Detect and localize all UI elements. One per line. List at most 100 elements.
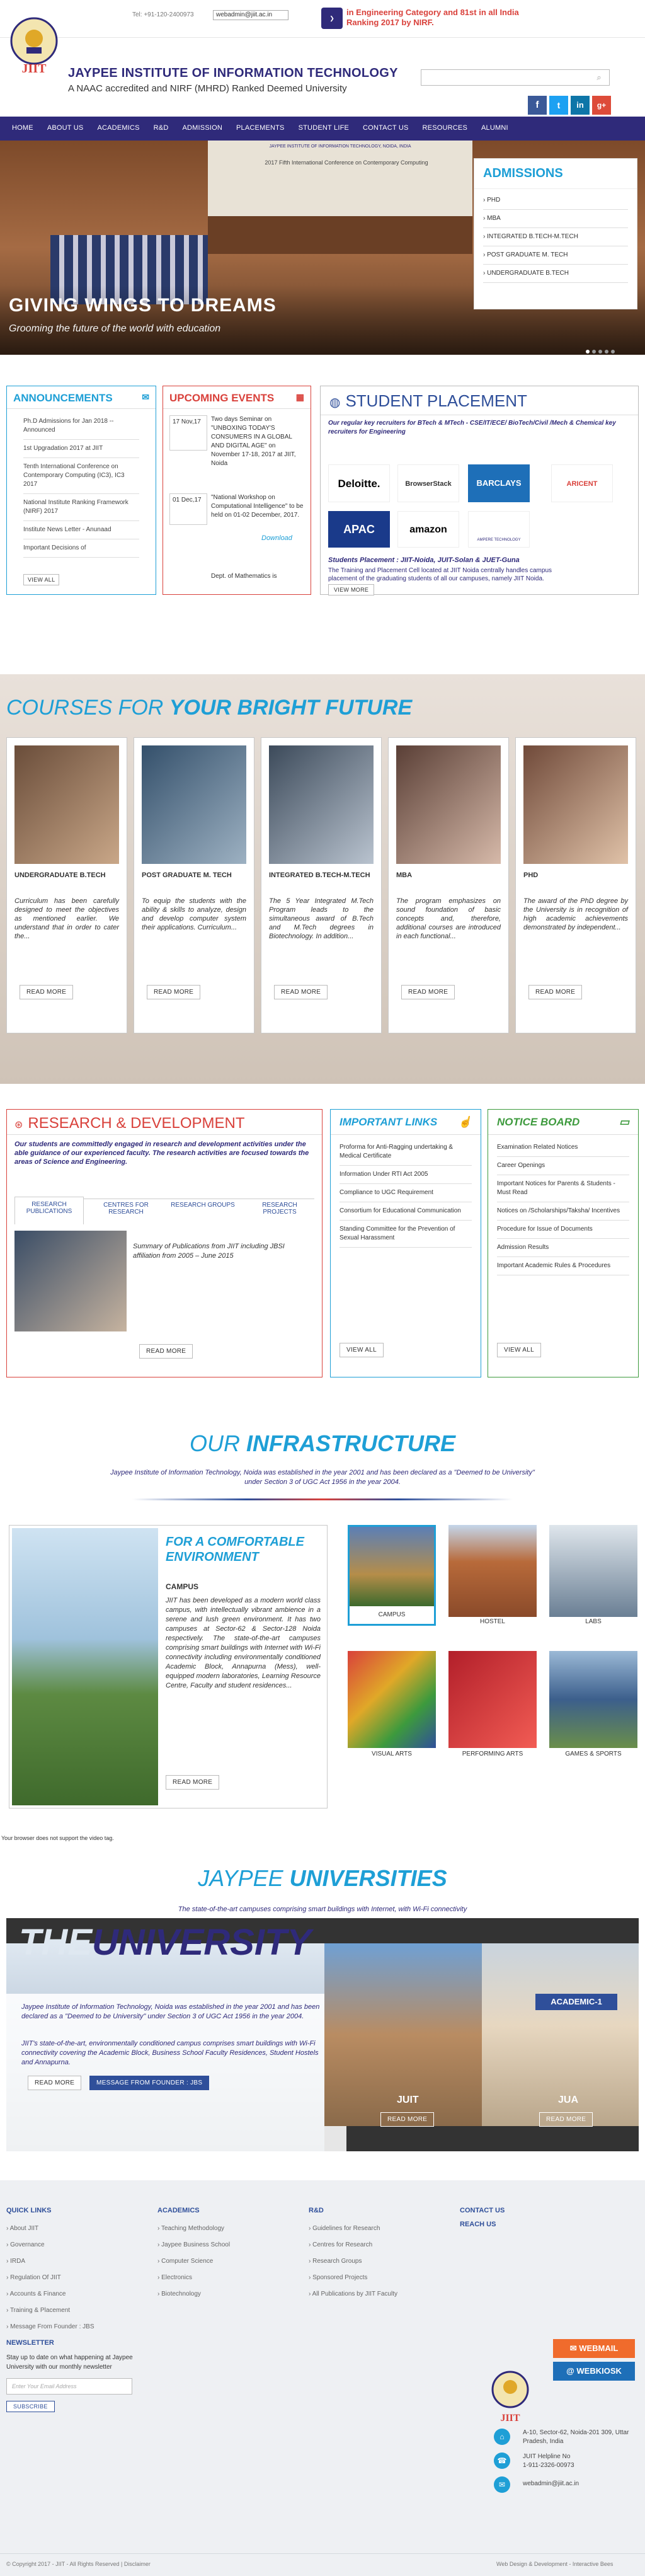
infrastructure-title: OUR INFRASTRUCTURE [190, 1430, 455, 1456]
course-read-more[interactable]: READ MORE [274, 985, 328, 999]
announcement-item[interactable]: Tenth International Conference on Contem… [23, 458, 139, 494]
course-read-more[interactable]: READ MORE [528, 985, 583, 999]
subscribe-button[interactable]: SUBSCRIBE [6, 2401, 55, 2412]
announcement-item[interactable]: Important Decisions of [23, 539, 139, 558]
webkiosk-button[interactable]: @ WEBKIOSK [553, 2362, 635, 2381]
nav-resources[interactable]: RESOURCES [416, 117, 474, 139]
search-input[interactable] [421, 69, 610, 86]
nav-admission[interactable]: ADMISSION [175, 117, 229, 139]
nav-contact[interactable]: CONTACT US [356, 117, 416, 139]
footer-link[interactable]: › All Publications by JIIT Faculty [309, 2286, 447, 2303]
admissions-item[interactable]: › UNDERGRADUATE B.TECH [483, 265, 628, 283]
announcement-item[interactable]: National Institute Ranking Framework (NI… [23, 494, 139, 521]
webmail-button[interactable]: ✉ WEBMAIL [553, 2339, 635, 2358]
nav-about[interactable]: ABOUT US [40, 117, 91, 139]
facebook-icon[interactable]: f [528, 96, 547, 115]
newsletter-email-input[interactable]: Enter Your Email Address [6, 2378, 132, 2395]
footer-link[interactable]: › Jaypee Business School [157, 2237, 296, 2253]
footer-link[interactable]: › Computer Science [157, 2253, 296, 2270]
email-link[interactable]: webadmin@jiit.ac.in [213, 10, 288, 20]
footer-link[interactable]: › Biotechnology [157, 2286, 296, 2303]
google-plus-icon[interactable]: g+ [592, 96, 611, 115]
nav-academics[interactable]: ACADEMICS [90, 117, 146, 139]
tile-visual-arts[interactable]: VISUAL ARTS [348, 1651, 436, 1758]
tile-games-sports[interactable]: GAMES & SPORTS [549, 1651, 637, 1758]
campus-read-more[interactable]: READ MORE [166, 1775, 220, 1790]
important-link[interactable]: Standing Committee for the Prevention of… [340, 1221, 472, 1248]
tile-campus[interactable]: CAMPUS [348, 1525, 436, 1626]
nav-rnd[interactable]: R&D [147, 117, 176, 139]
nav-student-life[interactable]: STUDENT LIFE [292, 117, 356, 139]
notice-item[interactable]: Important Academic Rules & Procedures [497, 1257, 629, 1275]
jiit-logo[interactable]: JIIT [6, 16, 62, 79]
admissions-item[interactable]: › INTEGRATED B.TECH-M.TECH [483, 228, 628, 246]
footer-reach-title[interactable]: REACH US [460, 2221, 586, 2228]
research-tab-groups[interactable]: RESEARCH GROUPS [168, 1199, 237, 1209]
tile-performing-arts[interactable]: PERFORMING ARTS [448, 1651, 537, 1758]
research-tab-centres[interactable]: CENTRES FOR RESEARCH [91, 1199, 161, 1216]
footer-email[interactable]: webadmin@jiit.ac.in [523, 2480, 579, 2487]
announcements-view-all[interactable]: VIEW ALL [23, 574, 60, 585]
search-icon[interactable]: ⌕ [591, 71, 607, 84]
event-text[interactable]: Dept. of Mathematics is [211, 573, 305, 580]
research-tab-projects[interactable]: RESEARCH PROJECTS [245, 1199, 314, 1216]
important-link[interactable]: Proforma for Anti-Ragging undertaking & … [340, 1139, 472, 1166]
footer-link[interactable]: › Regulation Of JIIT [6, 2270, 145, 2286]
research-tab-publications[interactable]: RESEARCH PUBLICATIONS [14, 1197, 84, 1224]
notice-item[interactable]: Admission Results [497, 1239, 629, 1257]
course-read-more[interactable]: READ MORE [147, 985, 201, 999]
slider-dots[interactable] [586, 345, 636, 354]
tile-labs[interactable]: LABS [549, 1525, 637, 1626]
important-link[interactable]: Consortium for Educational Communication [340, 1202, 472, 1221]
announcement-item[interactable]: Ph.D Admissions for Jan 2018 -- Announce… [23, 413, 139, 440]
footer-link[interactable]: › IRDA [6, 2253, 145, 2270]
notice-item[interactable]: Examination Related Notices [497, 1139, 629, 1157]
research-read-more[interactable]: READ MORE [139, 1344, 193, 1359]
notice-item[interactable]: Career Openings [497, 1157, 629, 1175]
course-read-more[interactable]: READ MORE [401, 985, 455, 999]
footer-link[interactable]: › Teaching Methodology [157, 2221, 296, 2237]
admissions-item[interactable]: › PHD [483, 192, 628, 210]
founder-message-button[interactable]: MESSAGE FROM FOUNDER : JBS [89, 2076, 210, 2090]
links-view-all[interactable]: VIEW ALL [340, 1343, 384, 1357]
linkedin-icon[interactable]: in [571, 96, 590, 115]
jua-read-more[interactable]: READ MORE [539, 2112, 593, 2127]
footer-link[interactable]: › Sponsored Projects [309, 2270, 447, 2286]
footer-link[interactable]: › Centres for Research [309, 2237, 447, 2253]
juit-read-more[interactable]: READ MORE [380, 2112, 435, 2127]
footer-link[interactable]: › About JIIT [6, 2221, 145, 2237]
university-read-more[interactable]: READ MORE [28, 2076, 82, 2090]
notice-view-all[interactable]: VIEW ALL [497, 1343, 541, 1357]
footer-link[interactable]: › Governance [6, 2237, 145, 2253]
notice-item[interactable]: Important Notices for Parents & Students… [497, 1175, 629, 1202]
footer-link[interactable]: › Research Groups [309, 2253, 447, 2270]
notice-item[interactable]: Notices on /Scholarships/Taksha/ Incenti… [497, 1202, 629, 1221]
announcement-item[interactable]: Institute News Letter - Anunaad [23, 521, 139, 539]
footer-link[interactable]: › Message From Founder : JBS [6, 2319, 145, 2335]
course-read-more[interactable]: READ MORE [20, 985, 74, 999]
footer-link[interactable]: › Electronics [157, 2270, 296, 2286]
event-text[interactable]: Two days Seminar on "UNBOXING TODAY'S CO… [211, 415, 305, 468]
admissions-item[interactable]: › POST GRADUATE M. TECH [483, 246, 628, 265]
announcement-item[interactable]: 1st Upgradation 2017 at JIIT [23, 440, 139, 458]
footer-link[interactable]: › Accounts & Finance [6, 2286, 145, 2303]
tile-hostel[interactable]: HOSTEL [448, 1525, 537, 1626]
notice-item[interactable]: Procedure for Issue of Documents [497, 1221, 629, 1239]
event-text[interactable]: "National Workshop on Computational Inte… [211, 493, 305, 520]
designer-credit[interactable]: Web Design & Development - Interactive B… [496, 2561, 613, 2567]
footer-contact-title[interactable]: CONTACT US [460, 2207, 586, 2214]
event-download-link[interactable]: Download [261, 534, 292, 542]
nav-home[interactable]: HOME [5, 117, 40, 139]
nav-placements[interactable]: PLACEMENTS [229, 117, 292, 139]
twitter-icon[interactable]: t [549, 96, 568, 115]
research-panel: ⊛ RESEARCH & DEVELOPMENT Our students are… [6, 1109, 322, 1377]
admissions-item[interactable]: › MBA [483, 210, 628, 228]
research-publication-text[interactable]: Summary of Publications from JIIT includ… [133, 1242, 309, 1261]
important-link[interactable]: Information Under RTI Act 2005 [340, 1166, 472, 1184]
placement-view-more[interactable]: VIEW MORE [328, 584, 375, 595]
important-link[interactable]: Compliance to UGC Requirement [340, 1184, 472, 1202]
nav-alumni[interactable]: ALUMNI [474, 117, 515, 139]
footer-link[interactable]: › Guidelines for Research [309, 2221, 447, 2237]
footer-link[interactable]: › Training & Placement [6, 2303, 145, 2319]
nirf-badge[interactable]: ❯ in Engineering Category and 81st in al… [321, 5, 523, 33]
